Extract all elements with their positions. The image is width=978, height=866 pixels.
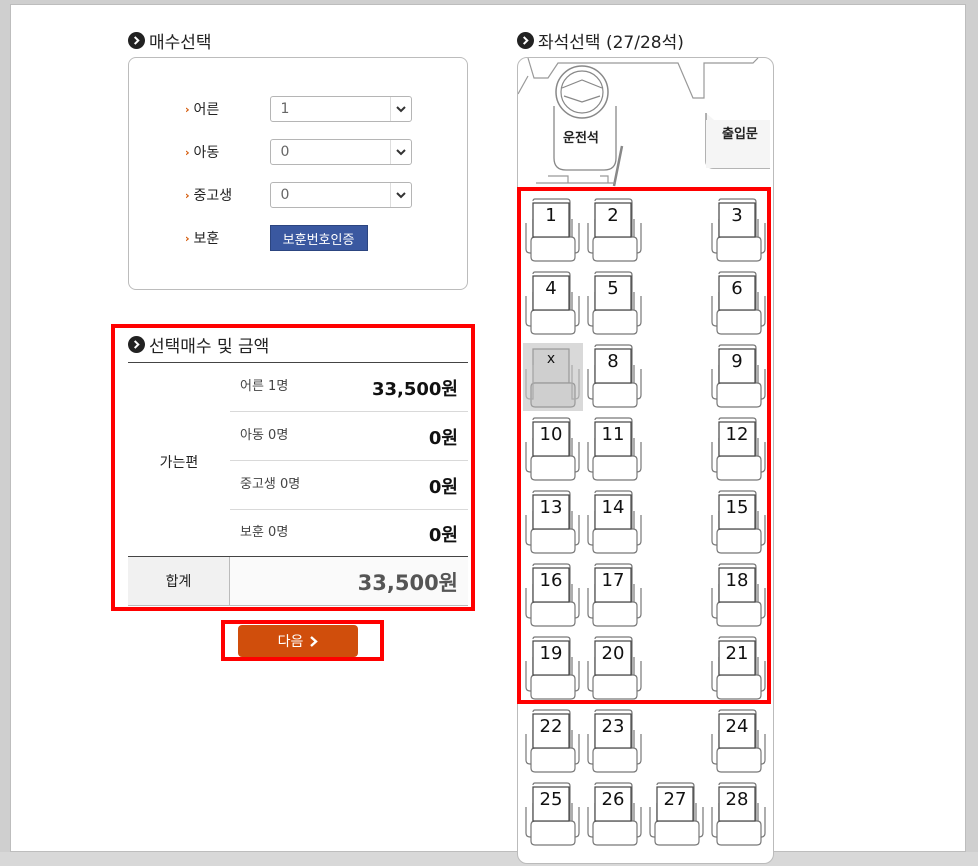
summary-row: 어른 1명 33,500원 bbox=[230, 363, 468, 412]
adult-label: 어른 bbox=[193, 102, 220, 118]
chevron-down-icon bbox=[389, 140, 411, 164]
seat-number: 23 bbox=[601, 716, 625, 737]
veteran-row: › 보훈 보훈번호인증 bbox=[185, 225, 368, 251]
student-count-select[interactable]: 0 bbox=[269, 182, 412, 208]
adult-row: › 어른 1 bbox=[185, 96, 412, 122]
veteran-label: 보훈 bbox=[193, 231, 220, 247]
chevron-circle-icon bbox=[128, 336, 145, 353]
summary-table: 가는편 어른 1명 33,500원 아동 0명 0원 중고생 0명 0원 보훈 … bbox=[128, 362, 468, 606]
child-label: 아동 bbox=[193, 145, 220, 161]
seat-number: 24 bbox=[725, 716, 749, 737]
summary-row: 중고생 0명 0원 bbox=[230, 461, 468, 510]
seat-number: 27 bbox=[663, 789, 687, 810]
driver-seat-label: 운전석 bbox=[563, 131, 599, 146]
seat-section-title: 좌석선택 (27/28석) bbox=[517, 28, 684, 53]
chevron-circle-icon bbox=[517, 32, 534, 49]
summary-section-title: 선택매수 및 금액 bbox=[128, 332, 269, 357]
seat-24[interactable]: 24 bbox=[709, 708, 769, 776]
chevron-right-icon bbox=[310, 635, 319, 647]
seat-number: 26 bbox=[601, 789, 625, 810]
direction-label: 가는편 bbox=[159, 455, 199, 471]
bottom-scroll-strip bbox=[0, 852, 978, 866]
seat-number: 25 bbox=[539, 789, 563, 810]
chevron-circle-icon bbox=[128, 32, 145, 49]
chevron-down-icon bbox=[389, 97, 411, 121]
seat-27[interactable]: 27 bbox=[647, 781, 707, 849]
next-button[interactable]: 다음 bbox=[238, 625, 358, 657]
veteran-verify-button[interactable]: 보훈번호인증 bbox=[269, 225, 368, 251]
arrow-icon: › bbox=[185, 102, 190, 116]
arrow-icon: › bbox=[185, 188, 190, 202]
arrow-icon: › bbox=[185, 231, 190, 245]
total-row: 합계 33,500원 bbox=[128, 556, 468, 606]
seat-number: 28 bbox=[725, 789, 749, 810]
seat-number: 22 bbox=[539, 716, 563, 737]
child-row: › 아동 0 bbox=[185, 139, 412, 165]
student-row: › 중고생 0 bbox=[185, 182, 412, 208]
child-count-select[interactable]: 0 bbox=[269, 139, 412, 165]
summary-row: 보훈 0명 0원 bbox=[240, 525, 458, 546]
arrow-icon: › bbox=[185, 145, 190, 159]
total-value: 33,500원 bbox=[357, 571, 458, 595]
seat-28[interactable]: 28 bbox=[709, 781, 769, 849]
seat-22[interactable]: 22 bbox=[523, 708, 583, 776]
door-label: 출입문 bbox=[722, 127, 758, 142]
total-label: 합계 bbox=[128, 557, 230, 605]
seat-26[interactable]: 26 bbox=[585, 781, 645, 849]
adult-count-select[interactable]: 1 bbox=[269, 96, 412, 122]
chevron-down-icon bbox=[389, 183, 411, 207]
seat-25[interactable]: 25 bbox=[523, 781, 583, 849]
ticket-section-title: 매수선택 bbox=[128, 28, 212, 53]
ticket-count-box: › 어른 1 › 아동 0 › 중고생 0 › 보훈 보훈번호인증 bbox=[128, 57, 468, 290]
student-label: 중고생 bbox=[193, 188, 233, 204]
seat-highlight-frame bbox=[517, 187, 771, 704]
summary-row: 아동 0명 0원 bbox=[230, 412, 468, 461]
seat-23[interactable]: 23 bbox=[585, 708, 645, 776]
